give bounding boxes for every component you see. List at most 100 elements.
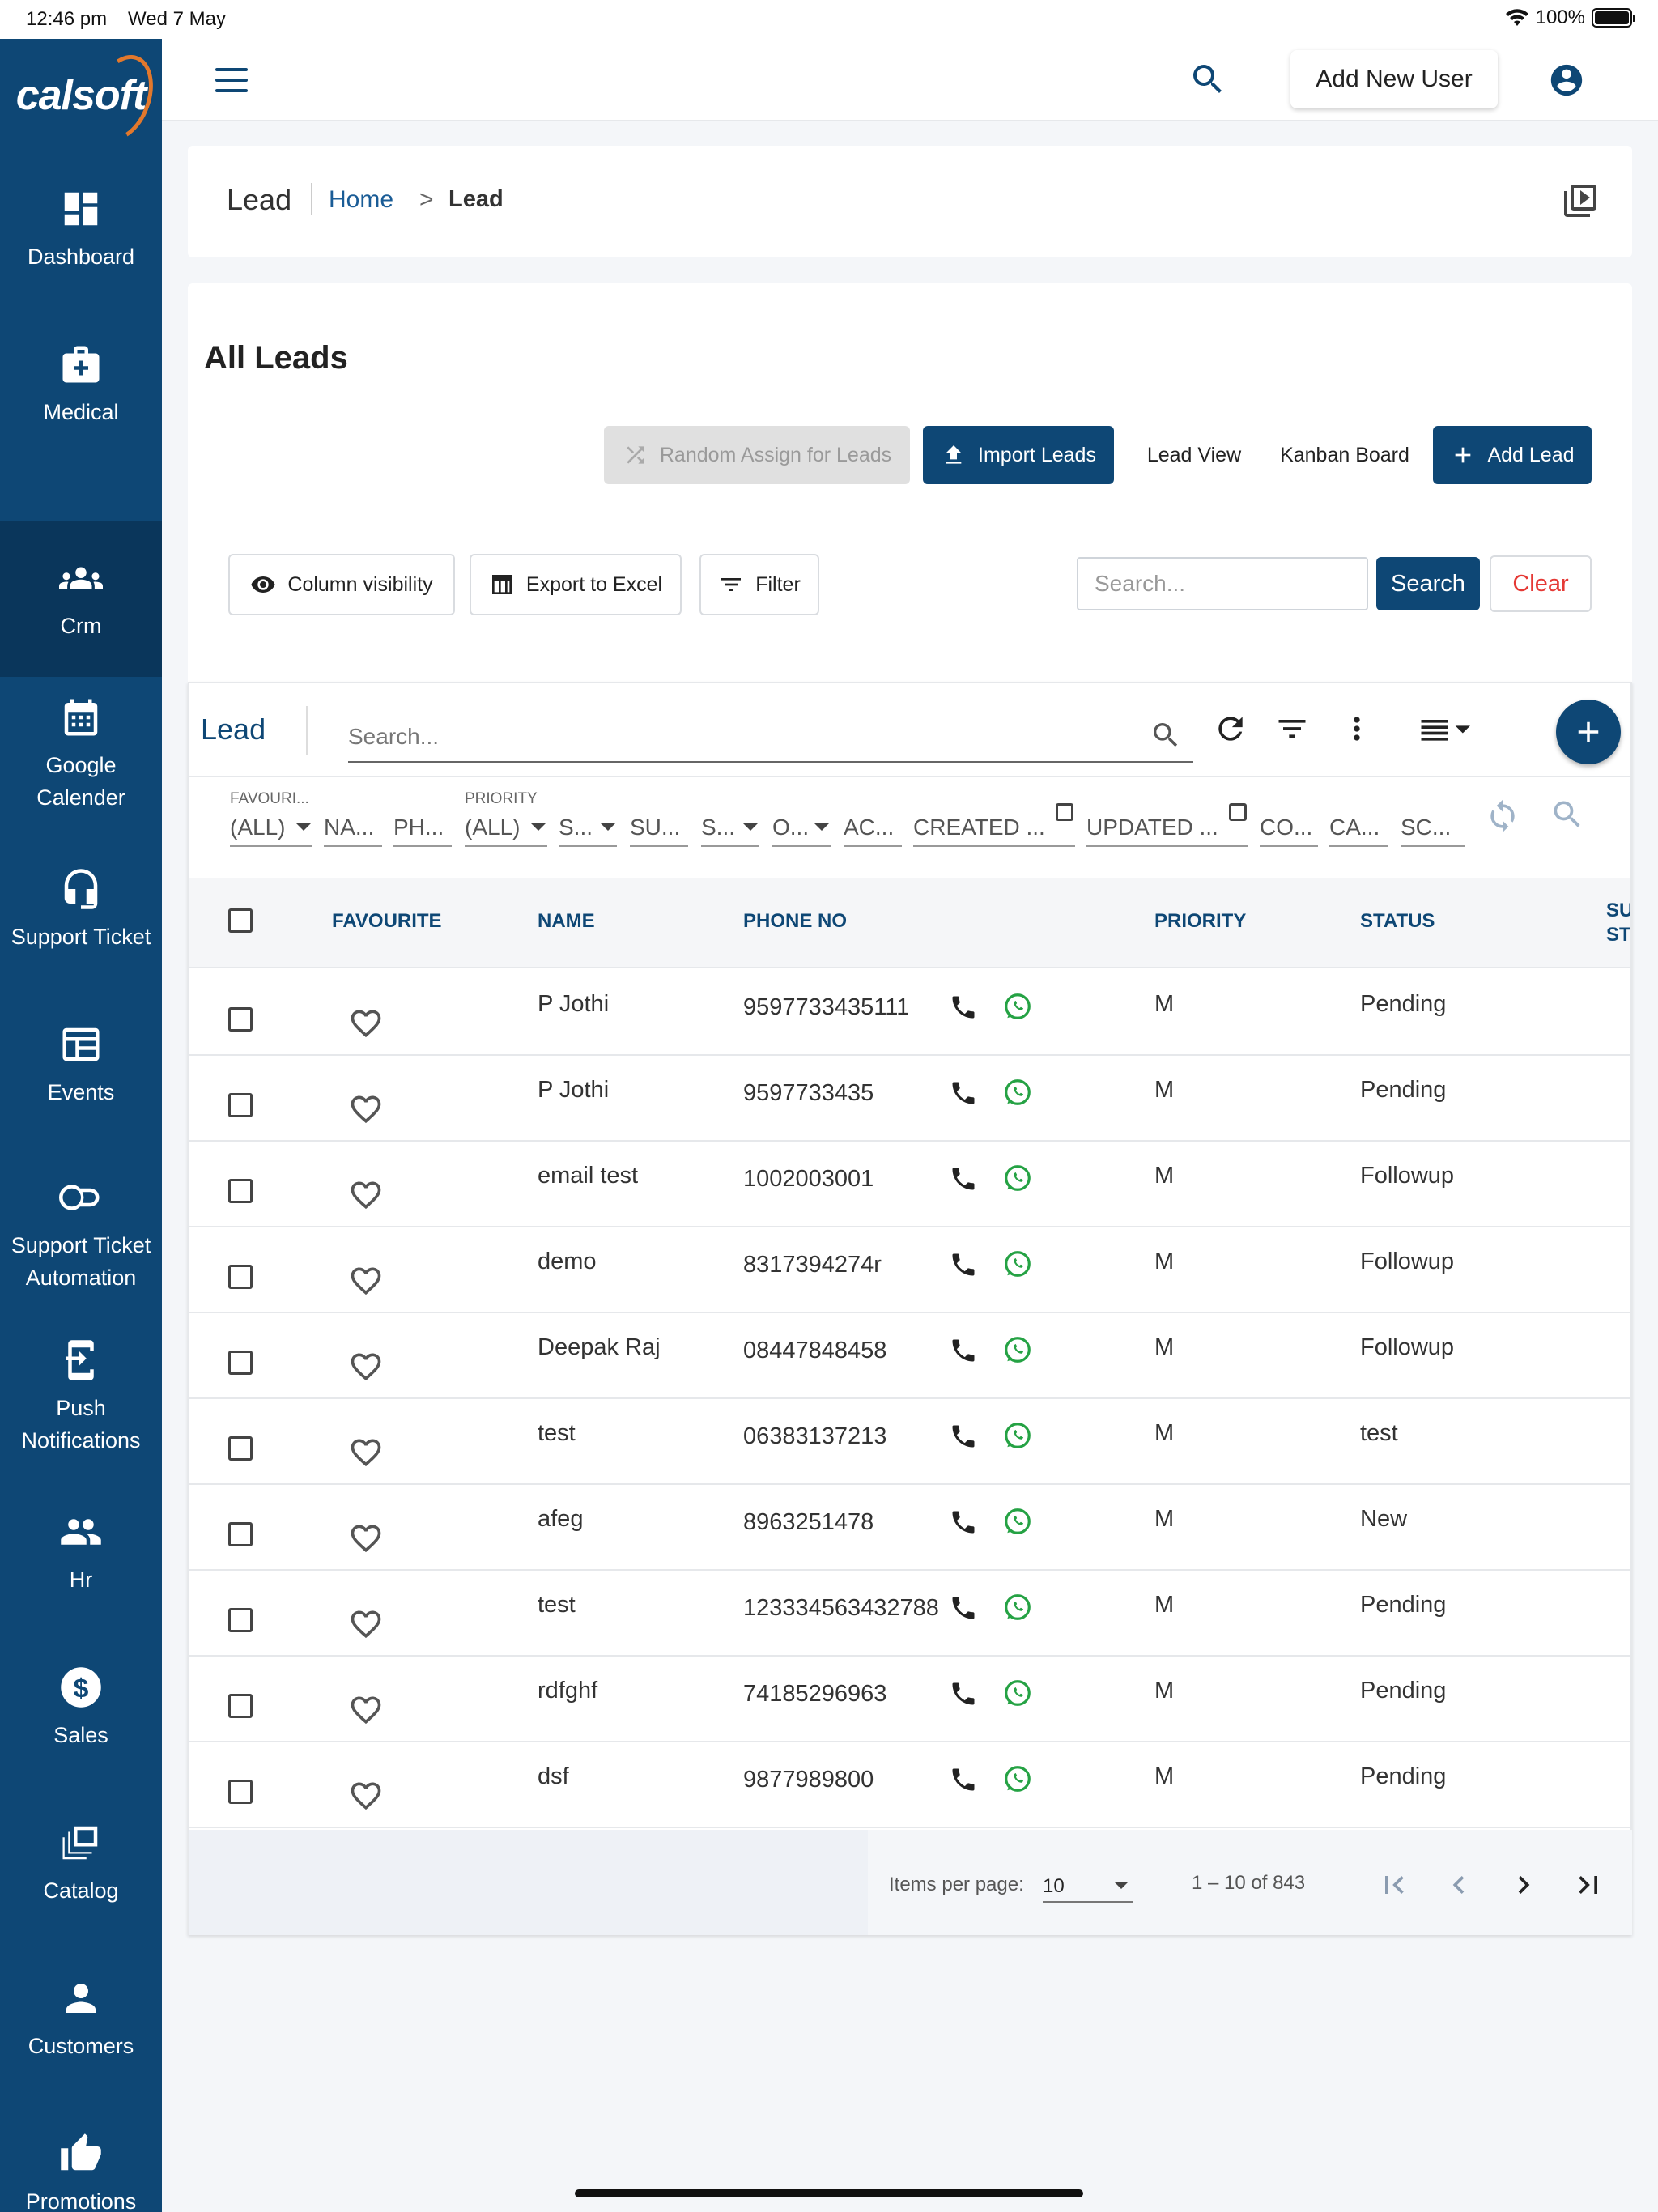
table-row[interactable]: test 123334563432788 M Pending bbox=[189, 1571, 1630, 1657]
more-vert-icon[interactable] bbox=[1339, 711, 1375, 747]
grid-search-input[interactable]: Search... bbox=[348, 713, 1193, 763]
column-header-status[interactable]: STATUS bbox=[1360, 910, 1435, 933]
row-checkbox[interactable] bbox=[228, 1436, 253, 1461]
filter-sub-status[interactable]: SU... bbox=[630, 795, 688, 847]
table-row[interactable]: Deepak Raj 08447848458 M Followup bbox=[189, 1313, 1630, 1399]
table-row[interactable]: test 06383137213 Mtest bbox=[189, 1399, 1630, 1485]
search-button[interactable]: Search bbox=[1376, 557, 1480, 610]
lead-name[interactable]: P Jothi bbox=[538, 1077, 609, 1104]
filter-updated[interactable]: UPDATED ... bbox=[1086, 795, 1248, 847]
phone-call-icon[interactable] bbox=[949, 1765, 978, 1794]
calendar-icon[interactable] bbox=[1229, 803, 1247, 821]
lead-name[interactable]: rdfghf bbox=[538, 1678, 597, 1704]
lead-name[interactable]: email test bbox=[538, 1163, 638, 1189]
account-icon[interactable] bbox=[1548, 62, 1585, 99]
table-row[interactable]: demo 8317394274r M Followup bbox=[189, 1227, 1630, 1313]
heart-icon[interactable] bbox=[348, 1606, 384, 1642]
breadcrumb-home-link[interactable]: Home bbox=[329, 186, 393, 214]
heart-icon[interactable] bbox=[348, 1435, 384, 1470]
kanban-board-button[interactable]: Kanban Board bbox=[1268, 426, 1422, 484]
first-page-icon[interactable] bbox=[1376, 1867, 1412, 1903]
filter-schedule[interactable]: SC... bbox=[1401, 795, 1465, 847]
whatsapp-icon[interactable] bbox=[1002, 991, 1033, 1022]
sidebar-item-events[interactable]: Events bbox=[0, 988, 162, 1143]
heart-icon[interactable] bbox=[348, 1692, 384, 1728]
whatsapp-icon[interactable] bbox=[1002, 1592, 1033, 1623]
sidebar-item-google-calender[interactable]: Google Calender bbox=[0, 677, 162, 832]
filter-status[interactable]: S... bbox=[559, 795, 617, 847]
sidebar-item-sales[interactable]: $ Sales bbox=[0, 1631, 162, 1786]
row-checkbox[interactable] bbox=[228, 1522, 253, 1546]
heart-icon[interactable] bbox=[348, 1177, 384, 1213]
sidebar-item-push-notifications[interactable]: Push Notifications bbox=[0, 1320, 162, 1475]
reset-filter-icon[interactable] bbox=[1485, 798, 1520, 834]
table-row[interactable]: afeg 8963251478 M New bbox=[189, 1485, 1630, 1571]
last-page-icon[interactable] bbox=[1571, 1867, 1606, 1903]
phone-call-icon[interactable] bbox=[949, 993, 978, 1022]
filter-phone[interactable]: PH... bbox=[393, 795, 452, 847]
next-page-icon[interactable] bbox=[1506, 1867, 1541, 1903]
whatsapp-icon[interactable] bbox=[1002, 1420, 1033, 1451]
phone-call-icon[interactable] bbox=[949, 1422, 978, 1451]
whatsapp-icon[interactable] bbox=[1002, 1249, 1033, 1279]
row-checkbox[interactable] bbox=[228, 1694, 253, 1718]
search-icon[interactable] bbox=[1550, 797, 1585, 832]
whatsapp-icon[interactable] bbox=[1002, 1077, 1033, 1108]
phone-call-icon[interactable] bbox=[949, 1078, 978, 1108]
calendar-icon[interactable] bbox=[1056, 803, 1073, 821]
phone-call-icon[interactable] bbox=[949, 1164, 978, 1193]
filter-category[interactable]: CA... bbox=[1329, 795, 1388, 847]
row-checkbox[interactable] bbox=[228, 1608, 253, 1632]
filter-name[interactable]: NA... bbox=[324, 795, 382, 847]
column-header-name[interactable]: NAME bbox=[538, 910, 595, 933]
heart-icon[interactable] bbox=[348, 1349, 384, 1385]
heart-icon[interactable] bbox=[348, 1263, 384, 1299]
whatsapp-icon[interactable] bbox=[1002, 1678, 1033, 1708]
select-all-checkbox[interactable] bbox=[228, 908, 253, 933]
add-new-user-button[interactable]: Add New User bbox=[1290, 50, 1498, 108]
row-checkbox[interactable] bbox=[228, 1093, 253, 1117]
import-leads-button[interactable]: Import Leads bbox=[923, 426, 1114, 484]
add-lead-button[interactable]: Add Lead bbox=[1433, 426, 1592, 484]
phone-call-icon[interactable] bbox=[949, 1593, 978, 1623]
column-header-phone[interactable]: PHONE NO bbox=[743, 910, 847, 933]
row-checkbox[interactable] bbox=[228, 1007, 253, 1032]
density-menu-icon[interactable] bbox=[1415, 711, 1472, 747]
lead-name[interactable]: dsf bbox=[538, 1763, 569, 1790]
sidebar-item-support-ticket[interactable]: Support Ticket bbox=[0, 832, 162, 988]
video-library-icon[interactable] bbox=[1561, 181, 1600, 220]
phone-call-icon[interactable] bbox=[949, 1508, 978, 1537]
phone-call-icon[interactable] bbox=[949, 1336, 978, 1365]
phone-call-icon[interactable] bbox=[949, 1679, 978, 1708]
sidebar-item-medical[interactable]: Medical bbox=[0, 308, 162, 463]
lead-name[interactable]: demo bbox=[538, 1249, 597, 1275]
heart-icon[interactable] bbox=[348, 1091, 384, 1127]
sidebar-item-support-ticket-automation[interactable]: Support Ticket Automation bbox=[0, 1143, 162, 1326]
sidebar-item-hr[interactable]: Hr bbox=[0, 1475, 162, 1631]
table-row[interactable]: P Jothi 9597733435111 M Pending bbox=[189, 970, 1630, 1056]
table-row[interactable]: rdfghf 74185296963 M Pending bbox=[189, 1657, 1630, 1742]
row-checkbox[interactable] bbox=[228, 1351, 253, 1375]
items-per-page-select[interactable]: 10 bbox=[1043, 1867, 1133, 1903]
heart-icon[interactable] bbox=[348, 1778, 384, 1814]
filter-button[interactable]: Filter bbox=[699, 554, 819, 615]
row-checkbox[interactable] bbox=[228, 1179, 253, 1203]
sidebar-item-crm[interactable]: Crm bbox=[0, 521, 162, 677]
table-row[interactable]: email test 1002003001 M Followup bbox=[189, 1142, 1630, 1227]
heart-icon[interactable] bbox=[348, 1006, 384, 1041]
table-row[interactable]: dsf 9877989800 M Pending bbox=[189, 1742, 1630, 1828]
lead-name[interactable]: P Jothi bbox=[538, 991, 609, 1018]
column-header-sub-status[interactable]: SU ST bbox=[1606, 899, 1630, 947]
refresh-icon[interactable] bbox=[1213, 711, 1248, 747]
lead-view-button[interactable]: Lead View bbox=[1133, 426, 1255, 484]
whatsapp-icon[interactable] bbox=[1002, 1506, 1033, 1537]
lead-name[interactable]: test bbox=[538, 1420, 576, 1447]
random-assign-button[interactable]: Random Assign for Leads bbox=[604, 426, 910, 484]
table-row[interactable]: P Jothi 9597733435 M Pending bbox=[189, 1056, 1630, 1142]
clear-button[interactable]: Clear bbox=[1490, 555, 1592, 612]
lead-name[interactable]: test bbox=[538, 1592, 576, 1619]
filter-source[interactable]: S... bbox=[701, 795, 759, 847]
whatsapp-icon[interactable] bbox=[1002, 1763, 1033, 1794]
row-checkbox[interactable] bbox=[228, 1265, 253, 1289]
lead-name[interactable]: afeg bbox=[538, 1506, 583, 1533]
